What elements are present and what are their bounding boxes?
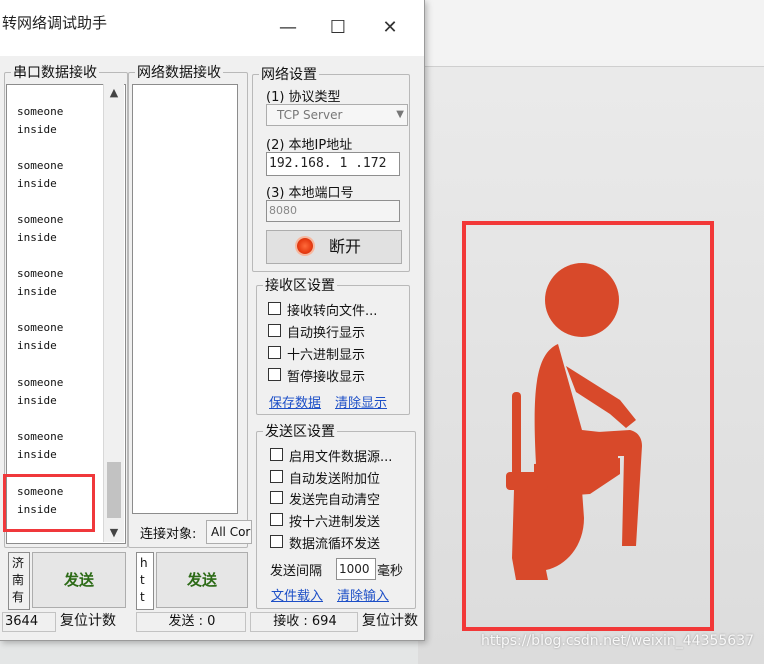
rx-line: someone — [17, 430, 64, 443]
tx-char: t — [140, 590, 145, 604]
net-settings-label: 网络设置 — [259, 64, 319, 84]
net-send-button[interactable]: 发送 — [156, 552, 248, 608]
rx-line: inside — [17, 285, 57, 298]
minimize-button[interactable]: — — [268, 10, 308, 46]
maximize-button[interactable]: ☐ — [318, 10, 358, 46]
toilet-occupied-icon — [506, 263, 642, 580]
serial-tx-input[interactable]: 济 南 有 — [8, 552, 30, 610]
append-bits-checkbox[interactable] — [270, 470, 283, 483]
connect-target-select[interactable]: All Cor — [206, 520, 252, 544]
hex-send-label: 按十六进制发送 — [289, 515, 381, 530]
loop-send-checkbox[interactable] — [270, 535, 283, 548]
rx-line: someone — [17, 267, 64, 280]
connect-target-label: 连接对象: — [140, 527, 197, 542]
net-rx-label: 网络数据接收 — [135, 62, 223, 82]
scroll-up-icon[interactable]: ▲ — [104, 86, 124, 99]
auto-wrap-label: 自动换行显示 — [287, 326, 366, 341]
port-field[interactable]: 8080 — [266, 200, 400, 222]
clear-input-link[interactable]: 清除输入 — [337, 585, 389, 604]
disconnect-button[interactable]: 断开 — [266, 230, 402, 264]
file-source-label: 启用文件数据源... — [289, 450, 393, 465]
sent-count: 发送 : 0 — [136, 612, 246, 632]
hex-display-checkbox[interactable] — [268, 346, 281, 359]
tx-char: h — [140, 556, 148, 570]
serial-net-debug-window: 转网络调试助手 — ☐ ✕ 串口数据接收 someone inside some… — [0, 0, 425, 641]
title-bar: 转网络调试助手 — ☐ ✕ — [0, 0, 424, 56]
rx-to-file-checkbox[interactable] — [268, 302, 281, 315]
auto-wrap-checkbox[interactable] — [268, 324, 281, 337]
pause-rx-label: 暂停接收显示 — [287, 370, 366, 385]
rx-line: someone — [17, 321, 64, 334]
reset-count-button[interactable]: 复位计数 — [58, 612, 130, 632]
protocol-label: (1) 协议类型 — [266, 90, 341, 105]
watermark-text: https://blog.csdn.net/weixin_44355637 — [481, 633, 755, 649]
serial-send-button[interactable]: 发送 — [32, 552, 126, 608]
interval-unit-label: 毫秒 — [377, 564, 404, 579]
net-tx-input[interactable]: h t t — [136, 552, 154, 610]
tx-char: 南 — [12, 573, 25, 587]
append-bits-label: 自动发送附加位 — [289, 472, 381, 487]
rx-line: inside — [17, 339, 57, 352]
tx-settings-label: 发送区设置 — [263, 421, 337, 441]
rx-line: inside — [17, 231, 57, 244]
received-count: 接收 : 694 — [250, 612, 358, 632]
hex-display-label: 十六进制显示 — [287, 348, 366, 363]
rx-line: someone — [17, 376, 64, 389]
send-interval-label: 发送间隔 — [270, 564, 323, 579]
window-title: 转网络调试助手 — [2, 14, 108, 32]
rx-line: inside — [17, 123, 57, 136]
rx-to-file-label: 接收转向文件... — [287, 304, 378, 319]
ip-field[interactable]: 192.168. 1 .172 — [266, 152, 400, 176]
port-label: (3) 本地端口号 — [266, 186, 354, 201]
disconnect-label: 断开 — [329, 237, 362, 256]
rx-line: inside — [17, 448, 57, 461]
status-count: 3644 — [2, 612, 56, 632]
loop-send-label: 数据流循环发送 — [289, 537, 381, 552]
auto-clear-label: 发送完自动清空 — [289, 493, 381, 508]
tx-char: 济 — [12, 556, 25, 570]
protocol-select[interactable]: TCP Server ▼ — [266, 104, 408, 126]
clear-display-link[interactable]: 清除显示 — [335, 392, 387, 411]
reset-count-button-2[interactable]: 复位计数 — [362, 612, 422, 632]
auto-clear-checkbox[interactable] — [270, 491, 283, 504]
rx-line: someone — [17, 105, 64, 118]
file-source-checkbox[interactable] — [270, 448, 283, 461]
rx-settings-label: 接收区设置 — [263, 275, 337, 295]
rx-line: someone — [17, 213, 64, 226]
scroll-thumb[interactable] — [107, 462, 121, 518]
protocol-value: TCP Server — [277, 108, 343, 122]
file-load-link[interactable]: 文件载入 — [271, 585, 323, 604]
pause-rx-checkbox[interactable] — [268, 368, 281, 381]
send-interval-field[interactable]: 1000 — [336, 558, 376, 580]
rx-line: someone — [17, 159, 64, 172]
highlight-box — [3, 474, 95, 532]
rx-line: inside — [17, 177, 57, 190]
background-window-strip — [418, 0, 764, 67]
ip-label: (2) 本地IP地址 — [266, 138, 353, 153]
scroll-down-icon[interactable]: ▼ — [104, 526, 124, 539]
power-icon — [297, 238, 313, 254]
save-data-link[interactable]: 保存数据 — [269, 392, 321, 411]
chevron-down-icon: ▼ — [396, 109, 404, 120]
serial-rx-scrollbar[interactable]: ▲ ▼ — [103, 84, 124, 542]
net-rx-textarea[interactable] — [132, 84, 238, 514]
tx-char: t — [140, 573, 145, 587]
rx-line: inside — [17, 394, 57, 407]
tx-char: 有 — [12, 590, 25, 604]
serial-rx-label: 串口数据接收 — [11, 62, 99, 82]
hex-send-checkbox[interactable] — [270, 513, 283, 526]
close-button[interactable]: ✕ — [370, 10, 410, 46]
